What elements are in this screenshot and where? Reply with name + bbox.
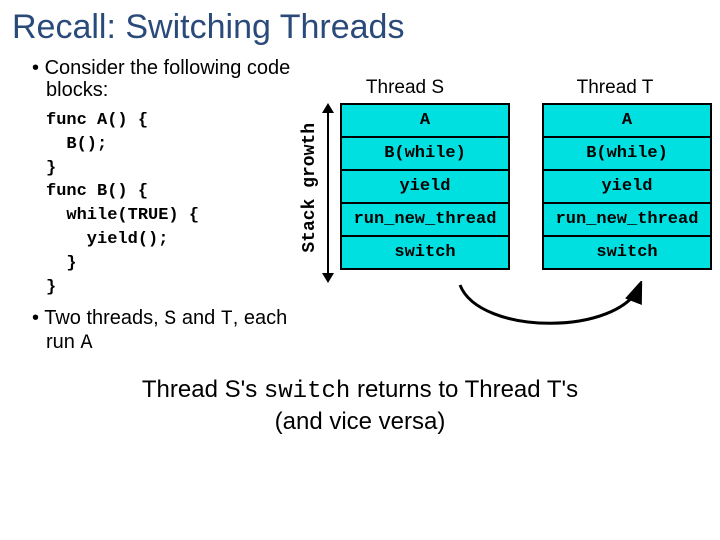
stack-cell: A [544, 105, 710, 138]
b2-pre: Two threads, [44, 307, 164, 329]
stack-s: A B(while) yield run_new_thread switch [340, 103, 510, 270]
thread-s-header: Thread S [320, 77, 490, 99]
curved-arrow-icon [420, 281, 680, 341]
b2-mid: and [176, 307, 220, 329]
stack-cell: yield [342, 171, 508, 204]
arrow-line [327, 113, 329, 273]
stack-cell: B(while) [342, 138, 508, 171]
stack-cell: A [342, 105, 508, 138]
bottom-caption: Thread S's switch returns to Thread T's … [10, 375, 710, 437]
stack-cell: B(while) [544, 138, 710, 171]
thread-headers: Thread S Thread T [300, 77, 720, 99]
b2-s: S [164, 308, 176, 331]
bullet-consider: Consider the following code blocks: [20, 57, 300, 101]
stack-cell: switch [342, 237, 508, 268]
stack-cell: run_new_thread [342, 204, 508, 237]
arrow-up-icon [322, 103, 334, 113]
stack-cell: switch [544, 237, 710, 268]
b2-t: T [221, 308, 233, 331]
bl1-pre: Thread S's [142, 376, 264, 403]
slide-title: Recall: Switching Threads [0, 0, 720, 51]
stack-growth-arrow [322, 93, 334, 293]
stack-cell: yield [544, 171, 710, 204]
arrow-down-icon [322, 273, 334, 283]
bl2: (and vice versa) [275, 408, 446, 435]
b2-a: A [80, 332, 92, 355]
stack-t: A B(while) yield run_new_thread switch [542, 103, 712, 270]
left-column: Consider the following code blocks: func… [20, 51, 300, 363]
bullet-two-threads: Two threads, S and T, each run A [20, 307, 300, 355]
right-column: Thread S Thread T Stack growth A B(while… [300, 51, 720, 363]
stacks-area: Stack growth A B(while) yield run_new_th… [300, 103, 720, 293]
code-block: func A() { B(); } func B() { while(TRUE)… [46, 109, 300, 299]
content-area: Consider the following code blocks: func… [0, 51, 720, 363]
thread-t-header: Thread T [530, 77, 700, 99]
bl1-post: returns to Thread T's [350, 376, 578, 403]
stack-cell: run_new_thread [544, 204, 710, 237]
bl1-mono: switch [264, 378, 350, 405]
stacks-container: A B(while) yield run_new_thread switch A… [340, 103, 712, 270]
stack-growth-label: Stack growth [300, 123, 320, 253]
